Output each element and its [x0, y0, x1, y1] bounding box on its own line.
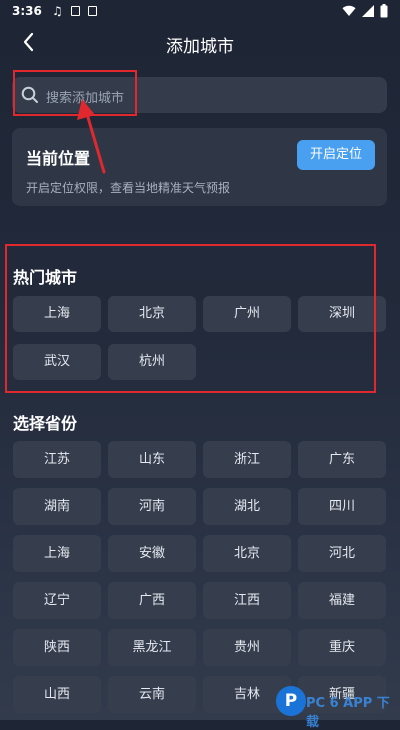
signal-icon: [362, 5, 374, 17]
hot-city-button[interactable]: 武汉: [13, 344, 101, 380]
province-button[interactable]: 四川: [298, 488, 386, 525]
hot-cities-grid: 上海 北京 广州 深圳武汉 杭州: [13, 296, 386, 380]
provinces-title: 选择省份: [13, 414, 78, 433]
provinces-grid: 江苏 山东 浙江 广东湖南 河南 湖北 四川上海 安徽 北京 河北辽宁 广西 江西 福建陕西 黑龙江 贵州重…: [13, 441, 386, 713]
location-title: 当前位置: [26, 149, 91, 168]
hot-cities-title: 热门城市: [13, 268, 78, 287]
hot-city-button[interactable]: 广州: [203, 296, 291, 332]
hot-city-button[interactable]: 深圳: [298, 296, 386, 332]
wifi-icon: [342, 5, 356, 17]
province-button[interactable]: 山西: [13, 676, 101, 713]
province-button[interactable]: 陕西: [13, 629, 101, 666]
province-button[interactable]: 北京: [203, 535, 291, 572]
search-input[interactable]: 搜索添加城市: [12, 77, 387, 113]
system-icons: [342, 4, 388, 18]
province-button[interactable]: 重庆: [298, 629, 386, 666]
province-button[interactable]: 河南: [108, 488, 196, 525]
province-button[interactable]: 辽宁: [13, 582, 101, 619]
province-button[interactable]: 云南: [108, 676, 196, 713]
province-button[interactable]: 广西: [108, 582, 196, 619]
page-title: 添加城市: [166, 37, 234, 57]
province-button[interactable]: 湖北: [203, 488, 291, 525]
province-button[interactable]: 山东: [108, 441, 196, 478]
province-button[interactable]: 湖南: [13, 488, 101, 525]
province-button[interactable]: 福建: [298, 582, 386, 619]
location-description: 开启定位权限，查看当地精准天气预报: [26, 181, 231, 195]
hot-city-button[interactable]: 杭州: [108, 344, 196, 380]
province-button[interactable]: 贵州: [203, 629, 291, 666]
notification-square-icon: [70, 6, 80, 16]
battery-icon: [380, 4, 388, 18]
status-time: 3:36: [12, 4, 42, 18]
search-icon: [21, 86, 38, 103]
province-button[interactable]: 黑龙江: [108, 629, 196, 666]
notification-icons: ♫: [52, 4, 97, 18]
music-note-icon: ♫: [52, 4, 63, 18]
province-button[interactable]: 浙江: [203, 441, 291, 478]
province-button[interactable]: 江苏: [13, 441, 101, 478]
hot-city-button[interactable]: 北京: [108, 296, 196, 332]
enable-location-button[interactable]: 开启定位: [297, 140, 375, 170]
watermark: P PC 6 APP 下载: [276, 686, 398, 730]
province-button[interactable]: 安徽: [108, 535, 196, 572]
current-location-card: 当前位置 开启定位 开启定位权限，查看当地精准天气预报: [12, 128, 387, 206]
app-notification-icon: [87, 6, 97, 16]
header: 添加城市: [0, 24, 400, 60]
province-button[interactable]: 江西: [203, 582, 291, 619]
status-bar: 3:36 ♫: [0, 0, 400, 24]
province-button[interactable]: 广东: [298, 441, 386, 478]
hot-city-button[interactable]: 上海: [13, 296, 101, 332]
province-button[interactable]: 河北: [298, 535, 386, 572]
watermark-logo: P: [276, 686, 306, 716]
watermark-text: PC 6 APP 下载: [306, 696, 390, 730]
province-button[interactable]: 上海: [13, 535, 101, 572]
search-placeholder: 搜索添加城市: [46, 91, 125, 106]
